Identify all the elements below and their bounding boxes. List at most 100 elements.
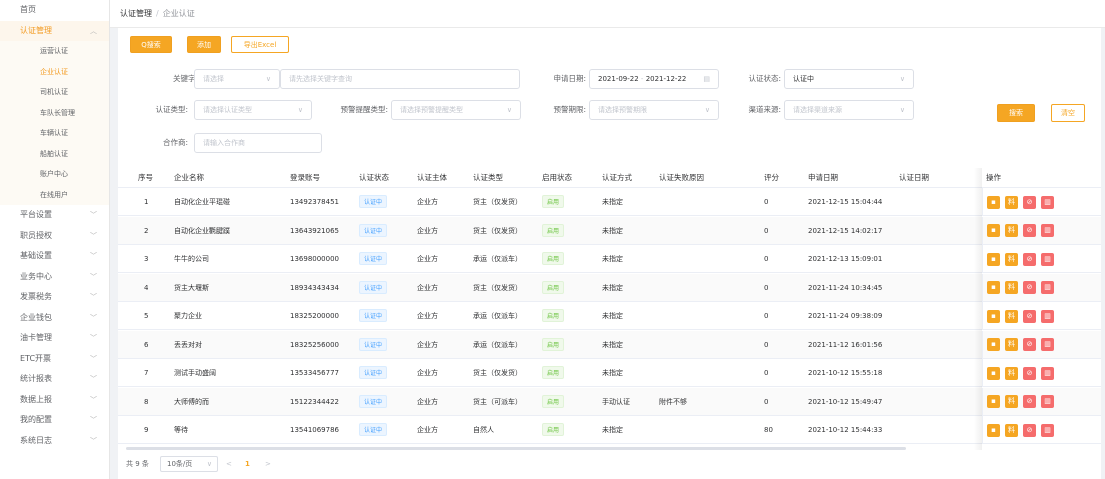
edit-icon[interactable]: 料 (1005, 224, 1018, 237)
keyword-input[interactable]: 请先选择关键字查询 (280, 69, 520, 89)
warn-period-label: 预警期限: (553, 105, 586, 114)
view-icon[interactable]: ▪ (987, 309, 1000, 323)
channel-placeholder: 请选择渠道来源 (793, 106, 842, 114)
table-row: 8 大师傅的而 15122344422 认证中 企业方 货主（可派车） 启用 手动认证 附件不够… (118, 387, 1101, 416)
sidebar-subitem-account-center[interactable]: 账户中心 (0, 164, 109, 185)
sidebar-item-label: 平台设置 (20, 210, 52, 219)
delete-icon[interactable]: ▥ (1041, 309, 1054, 323)
edit-icon[interactable]: 料 (1005, 423, 1018, 437)
delete-icon[interactable]: ▥ (1041, 281, 1054, 294)
edit-icon[interactable]: 料 (1005, 366, 1018, 380)
sidebar-item[interactable]: ETC开票 ﹀ (0, 349, 109, 370)
cell-col-account: 15122344422 (290, 397, 339, 406)
page-size-select[interactable]: 10条/页 ∨ (160, 456, 218, 472)
search-button[interactable]: 搜索 (997, 104, 1035, 122)
sidebar-item[interactable]: 油卡管理 ﹀ (0, 328, 109, 349)
disable-icon[interactable]: ⊘ (1023, 252, 1036, 266)
chevron-down-icon: ﹀ (90, 313, 97, 322)
disable-icon[interactable]: ⊘ (1023, 195, 1036, 209)
clear-button[interactable]: 清空 (1051, 104, 1085, 122)
disable-icon[interactable]: ⊘ (1023, 395, 1036, 408)
delete-icon[interactable]: ▥ (1041, 252, 1054, 266)
horizontal-scrollbar[interactable] (126, 447, 906, 450)
row-actions: ▪ 料 ⊘ ▥ (982, 302, 1101, 329)
sidebar-item[interactable]: 系统日志 ﹀ (0, 431, 109, 452)
view-icon[interactable]: ▪ (987, 423, 1000, 437)
cert-type-label: 认证类型: (155, 105, 188, 114)
sidebar-item[interactable]: 我的配置 ﹀ (0, 410, 109, 431)
sidebar-subitem-online-users[interactable]: 在线用户 (0, 185, 109, 206)
sidebar-subitem-fleet-leader[interactable]: 车队长管理 (0, 103, 109, 124)
cell-col-score: 0 (764, 397, 769, 406)
channel-select[interactable]: 请选择渠道来源 ∨ (784, 100, 914, 120)
view-icon[interactable]: ▪ (987, 338, 1000, 351)
view-icon[interactable]: ▪ (987, 224, 1000, 237)
cell-col-subject: 企业方 (417, 312, 438, 320)
cell-col-type: 货主（仅发货） (473, 226, 522, 235)
sidebar-subitem-ops-cert[interactable]: 运营认证 (0, 41, 109, 62)
edit-icon[interactable]: 料 (1005, 309, 1018, 323)
page-number[interactable]: 1 (245, 454, 250, 474)
export-excel-button[interactable]: 导出Excel (231, 36, 289, 53)
sidebar-subitem-company-cert[interactable]: 企业认证 (0, 62, 109, 83)
view-icon[interactable]: ▪ (987, 195, 1000, 209)
prev-page-button[interactable]: < (226, 454, 232, 474)
table-row: 2 自动化企业氍腱蹼 13643921065 认证中 企业方 货主（仅发货） 启用 未指定 0 2… (118, 216, 1101, 245)
partner-input[interactable]: 请输入合作商 (194, 133, 322, 153)
sidebar-item[interactable]: 职员授权 ﹀ (0, 226, 109, 247)
sidebar-item-cert-mgmt[interactable]: 认证管理 ︿ (0, 20, 109, 41)
next-page-button[interactable]: > (265, 454, 271, 474)
view-icon[interactable]: ▪ (987, 281, 1000, 294)
delete-icon[interactable]: ▥ (1041, 395, 1054, 408)
cell-col-account: 13492378451 (290, 198, 339, 206)
edit-icon[interactable]: 料 (1005, 252, 1018, 266)
cell-col-score: 0 (764, 369, 769, 377)
view-icon[interactable]: ▪ (987, 366, 1000, 380)
sidebar-item[interactable]: 业务中心 ﹀ (0, 267, 109, 288)
edit-icon[interactable]: 料 (1005, 195, 1018, 209)
sidebar-subitem-ship-cert[interactable]: 船舶认证 (0, 144, 109, 165)
disable-icon[interactable]: ⊘ (1023, 338, 1036, 351)
delete-icon[interactable]: ▥ (1041, 338, 1054, 351)
chevron-down-icon: ﹀ (90, 231, 97, 240)
table-row: 7 测试手动盛阔 13533456777 认证中 企业方 货主（仅发货） 启用 未指定 0 202… (118, 359, 1101, 387)
delete-icon[interactable]: ▥ (1041, 224, 1054, 237)
view-icon[interactable]: ▪ (987, 395, 1000, 408)
chevron-down-icon: ﹀ (90, 334, 97, 342)
view-icon[interactable]: ▪ (987, 252, 1000, 266)
cell-col-enabled: 启用 (542, 359, 565, 386)
cert-type-select[interactable]: 请选择认证类型 ∨ (194, 100, 312, 120)
edit-icon[interactable]: 料 (1005, 395, 1018, 408)
disable-icon[interactable]: ⊘ (1023, 423, 1036, 437)
delete-icon[interactable]: ▥ (1041, 423, 1054, 437)
sidebar-subitem-driver-cert[interactable]: 司机认证 (0, 82, 109, 103)
disable-icon[interactable]: ⊘ (1023, 224, 1036, 237)
sidebar-item[interactable]: 统计报表 ﹀ (0, 369, 109, 390)
breadcrumb-root[interactable]: 认证管理 (120, 9, 152, 18)
delete-icon[interactable]: ▥ (1041, 366, 1054, 380)
sidebar-item[interactable]: 发票税务 ﹀ (0, 287, 109, 308)
sidebar-item-label: 企业钱包 (20, 312, 52, 322)
apply-date-range[interactable]: 2021-09-22 - 2021-12-22 ▤ (589, 69, 719, 89)
header-col-account: 登录账号 (290, 173, 320, 182)
warn-type-select[interactable]: 请选择预警提醒类型 ∨ (391, 100, 521, 120)
delete-icon[interactable]: ▥ (1041, 195, 1054, 209)
keyword-select[interactable]: 请选择 ∨ (194, 69, 280, 89)
warn-period-select[interactable]: 请选择预警期限 ∨ (589, 100, 719, 120)
sidebar-item-home[interactable]: 首页 (0, 0, 109, 21)
disable-icon[interactable]: ⊘ (1023, 281, 1036, 294)
cert-status-select[interactable]: 认证中 ∨ (784, 69, 914, 89)
search-toolbar-button[interactable]: Q搜索 (130, 36, 172, 53)
disable-icon[interactable]: ⊘ (1023, 309, 1036, 323)
header-col-ops: 操作 (986, 173, 1001, 182)
sidebar-item[interactable]: 数据上报 ﹀ (0, 390, 109, 411)
sidebar-item[interactable]: 基础设置 ﹀ (0, 246, 109, 267)
sidebar-subitem-vehicle-cert[interactable]: 车辆认证 (0, 123, 109, 144)
edit-icon[interactable]: 料 (1005, 338, 1018, 351)
disable-icon[interactable]: ⊘ (1023, 366, 1036, 380)
sidebar-item[interactable]: 企业钱包 ﹀ (0, 308, 109, 329)
edit-icon[interactable]: 料 (1005, 281, 1018, 294)
cell-col-account: 13698000000 (290, 255, 339, 263)
sidebar-item[interactable]: 平台设置 ﹀ (0, 205, 109, 226)
add-button[interactable]: 添加 (187, 36, 221, 53)
